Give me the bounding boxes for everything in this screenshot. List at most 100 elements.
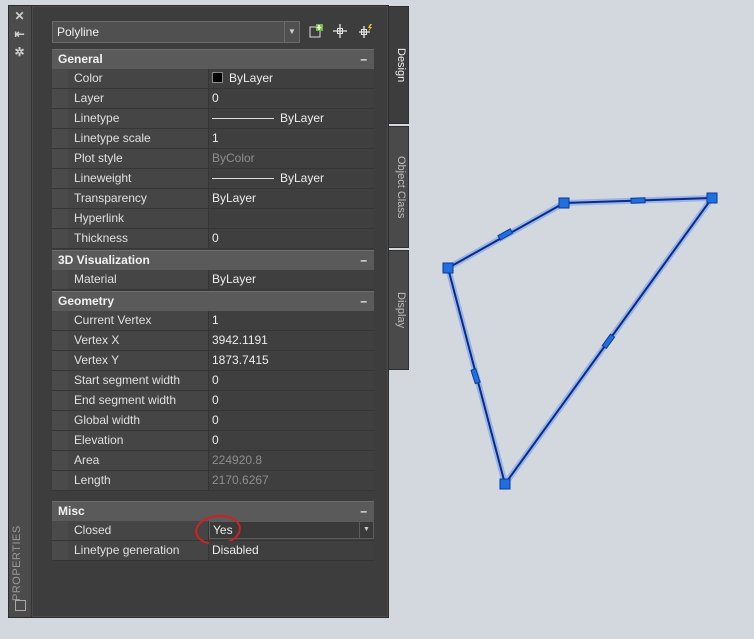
vertex-grip[interactable] [442,262,454,274]
category-title: Geometry [58,294,115,308]
property-label: Current Vertex [68,311,209,330]
row-gutter [52,129,68,148]
toggle-pickadd-icon[interactable] [306,23,326,41]
property-label: Start segment width [68,371,209,390]
row-gutter [52,451,68,470]
property-row-end-segment-width[interactable]: End segment width 0 [52,391,374,411]
vertex-grip[interactable] [499,478,511,490]
property-value[interactable]: 1873.7415 [209,351,374,370]
property-row-start-segment-width[interactable]: Start segment width 0 [52,371,374,391]
property-row-vertex-y[interactable]: Vertex Y 1873.7415 [52,351,374,371]
collapse-icon[interactable]: – [360,502,367,521]
property-value[interactable]: 0 [209,371,374,390]
properties-palette-icon[interactable] [15,600,26,611]
row-gutter [52,521,68,540]
property-row-transparency[interactable]: Transparency ByLayer [52,189,374,209]
property-value[interactable]: 0 [209,411,374,430]
collapse-icon[interactable]: – [360,251,367,270]
object-type-dropdown[interactable]: Polyline ▼ [52,21,300,43]
property-row-material[interactable]: Material ByLayer [52,270,374,290]
vertex-grip[interactable] [706,192,718,204]
property-row-current-vertex[interactable]: Current Vertex 1 [52,311,374,331]
close-icon[interactable]: ✕ [13,10,26,23]
property-row-linetype-generation[interactable]: Linetype generation Disabled [52,541,374,561]
property-row-hyperlink[interactable]: Hyperlink [52,209,374,229]
collapse-icon[interactable]: – [360,292,367,311]
category-geometry[interactable]: Geometry – [52,291,374,311]
property-value[interactable]: 3942.1191 [209,331,374,350]
color-swatch-icon [212,72,223,83]
category-general[interactable]: General – [52,49,374,69]
property-label: Elevation [68,431,209,450]
property-label: End segment width [68,391,209,410]
tab-object-class[interactable]: Object Class [389,126,409,248]
property-value[interactable]: ByLayer [209,69,374,88]
property-row-area[interactable]: Area 224920.8 [52,451,374,471]
tab-display[interactable]: Display [389,250,409,370]
properties-palette: ✕ ⇤ ✲ PROPERTIES Polyline ▼ General – Co… [8,5,389,618]
property-value[interactable]: 1 [209,129,374,148]
property-value[interactable]: 0 [209,229,374,248]
property-row-length[interactable]: Length 2170.6267 [52,471,374,491]
linetype-preview-icon [212,118,274,119]
property-label: Layer [68,89,209,108]
property-value[interactable]: 0 [209,431,374,450]
property-row-closed[interactable]: Closed Yes ▼ [52,512,374,548]
row-gutter [52,371,68,390]
color-value: ByLayer [229,71,274,85]
tab-design[interactable]: Design [389,6,409,124]
row-gutter [52,270,68,289]
row-gutter [52,331,68,350]
property-value[interactable]: 0 [209,391,374,410]
autohide-icon[interactable]: ⇤ [13,28,26,41]
settings-icon[interactable]: ✲ [13,46,26,59]
property-value[interactable] [209,209,374,228]
property-label: Lineweight [68,169,209,188]
property-value[interactable]: ByLayer [209,270,374,289]
property-value[interactable]: ByLayer [209,189,374,208]
row-gutter [52,431,68,450]
property-row-global-width[interactable]: Global width 0 [52,411,374,431]
property-label: Length [68,471,209,490]
property-row-linetype[interactable]: Linetype ByLayer [52,109,374,129]
vertex-grip[interactable] [558,197,570,209]
property-row-color[interactable]: Color ByLayer [52,69,374,89]
properties-panel: Polyline ▼ General – Color ByLayer Layer… [33,7,387,616]
row-gutter [52,411,68,430]
midpoint-grip[interactable] [630,197,646,204]
property-value: 224920.8 [209,451,374,470]
midpoint-grip[interactable] [601,333,616,350]
category-3d-visualization[interactable]: 3D Visualization – [52,250,374,270]
property-value[interactable]: Yes ▼ [193,512,374,548]
property-row-plot-style[interactable]: Plot style ByColor [52,149,374,169]
property-label: Vertex X [68,331,209,350]
property-value[interactable]: ByLayer [209,109,374,128]
linetype-value: ByLayer [280,111,325,125]
property-value[interactable]: Disabled [209,541,374,560]
property-row-linetype-scale[interactable]: Linetype scale 1 [52,129,374,149]
select-objects-icon[interactable] [330,23,350,41]
property-value: 2170.6267 [209,471,374,490]
row-gutter [52,149,68,168]
selected-polyline[interactable] [445,195,715,487]
property-value[interactable]: 0 [209,89,374,108]
property-row-thickness[interactable]: Thickness 0 [52,229,374,249]
property-value: ByColor [209,149,374,168]
property-row-lineweight[interactable]: Lineweight ByLayer [52,169,374,189]
row-gutter [52,311,68,330]
property-label: Area [68,451,209,470]
property-label: Linetype [68,109,209,128]
property-label: Vertex Y [68,351,209,370]
polyline-glow [445,195,715,487]
property-row-vertex-x[interactable]: Vertex X 3942.1191 [52,331,374,351]
property-row-layer[interactable]: Layer 0 [52,89,374,109]
collapse-icon[interactable]: – [360,50,367,69]
property-row-elevation[interactable]: Elevation 0 [52,431,374,451]
tab-label: Display [395,291,407,329]
property-label: Global width [68,411,209,430]
quick-select-icon[interactable] [356,23,376,41]
property-value[interactable]: ByLayer [209,169,374,188]
property-value[interactable]: 1 [209,311,374,330]
category-title: 3D Visualization [58,253,150,267]
palette-title-strip[interactable]: ✕ ⇤ ✲ PROPERTIES [9,6,32,617]
